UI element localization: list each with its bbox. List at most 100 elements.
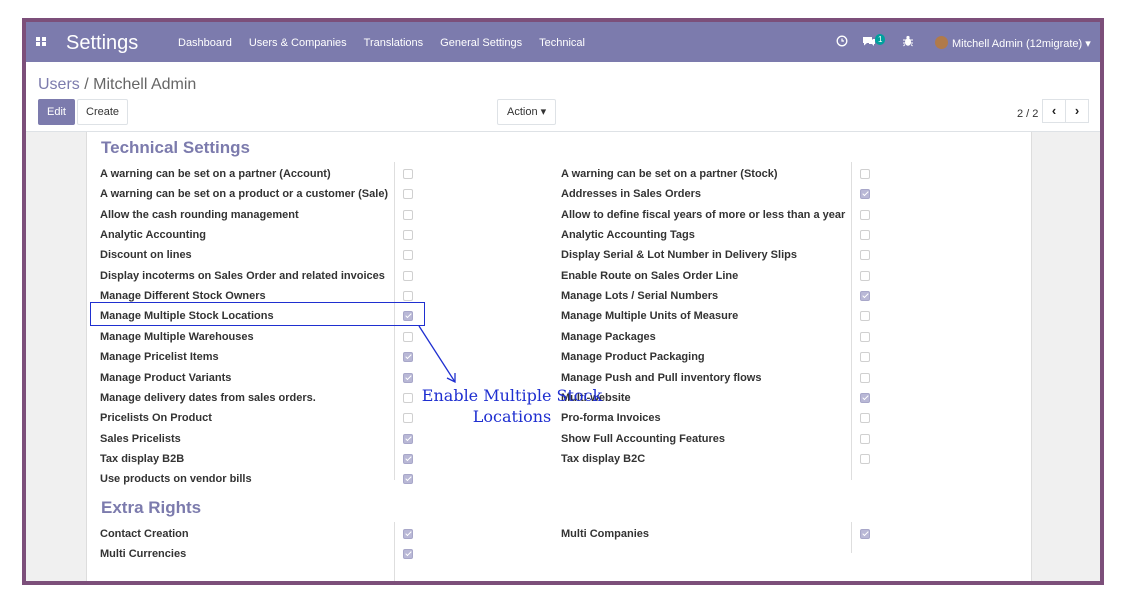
setting-checkbox-manage-multiple-units-of-measure[interactable] — [860, 311, 870, 322]
setting-label-use-products-on-vendor-bills: Use products on vendor bills — [100, 473, 252, 486]
setting-label-pricelists-on-product: Pricelists On Product — [100, 412, 212, 425]
apps-menu-icon[interactable] — [36, 37, 48, 47]
setting-checkbox-pro-forma-invoices[interactable] — [860, 413, 870, 424]
technical-settings-title: Technical Settings — [101, 138, 250, 157]
annotation-arrow-icon — [418, 325, 456, 384]
setting-checkbox-contact-creation[interactable] — [403, 529, 413, 539]
menu-dashboard[interactable]: Dashboard — [178, 37, 232, 49]
annotation-line-1: Enable Multiple Stock — [421, 386, 603, 405]
setting-checkbox-manage-pricelist-items[interactable] — [403, 352, 413, 363]
setting-label-allow-to-define-fiscal-years-of-more-or-less-than-a-year: Allow to define fiscal years of more or … — [561, 208, 846, 221]
divider-right — [851, 162, 852, 480]
setting-label-allow-the-cash-rounding-management: Allow the cash rounding management — [100, 208, 299, 221]
breadcrumb-separator: / — [84, 76, 89, 93]
setting-checkbox-manage-different-stock-owners[interactable] — [403, 291, 413, 302]
setting-label-manage-multiple-warehouses: Manage Multiple Warehouses — [100, 330, 254, 343]
control-panel: Users / Mitchell Admin Edit Create Actio… — [26, 62, 1100, 132]
setting-checkbox-a-warning-can-be-set-on-a-product-or-a-customer-sale[interactable] — [403, 189, 413, 200]
app-title: Settings — [66, 32, 139, 54]
edit-button[interactable]: Edit — [38, 99, 75, 125]
create-button[interactable]: Create — [77, 99, 129, 125]
setting-label-manage-lots-serial-numbers: Manage Lots / Serial Numbers — [561, 290, 719, 303]
setting-checkbox-show-full-accounting-features[interactable] — [860, 433, 870, 444]
setting-label-a-warning-can-be-set-on-a-partner-account: A warning can be set on a partner (Accou… — [100, 168, 331, 180]
setting-checkbox-tax-display-b2c[interactable] — [860, 453, 870, 464]
setting-checkbox-addresses-in-sales-orders[interactable] — [860, 189, 870, 200]
menu-general-settings[interactable]: General Settings — [440, 37, 522, 49]
setting-checkbox-sales-pricelists[interactable] — [403, 433, 413, 444]
setting-checkbox-manage-multiple-warehouses[interactable] — [403, 331, 413, 342]
setting-checkbox-multi-currencies[interactable] — [403, 549, 413, 560]
menu-users-companies[interactable]: Users & Companies — [249, 37, 347, 49]
pager-value: 2 / 2 — [1017, 108, 1039, 120]
setting-checkbox-analytic-accounting-tags[interactable] — [860, 230, 870, 241]
setting-label-tax-display-b2c: Tax display B2C — [561, 452, 646, 465]
breadcrumb: Users / Mitchell Admin — [38, 76, 196, 94]
setting-label-multi-companies: Multi Companies — [561, 528, 650, 540]
setting-label-manage-product-packaging: Manage Product Packaging — [561, 351, 705, 364]
pager-previous-button[interactable]: ‹ — [1042, 99, 1066, 123]
setting-checkbox-analytic-accounting[interactable] — [403, 230, 413, 241]
setting-checkbox-use-products-on-vendor-bills[interactable] — [403, 474, 413, 485]
divider-left-extra — [394, 522, 395, 581]
setting-checkbox-manage-packages[interactable] — [860, 331, 870, 342]
setting-label-analytic-accounting-tags: Analytic Accounting Tags — [561, 229, 695, 242]
divider-right-extra — [851, 522, 852, 553]
setting-label-addresses-in-sales-orders: Addresses in Sales Orders — [561, 188, 702, 201]
setting-label-a-warning-can-be-set-on-a-product-or-a-customer-sale: A warning can be set on a product or a c… — [100, 188, 389, 201]
setting-checkbox-manage-lots-serial-numbers[interactable] — [860, 291, 870, 302]
main-menu: Dashboard Users & Companies Translations… — [178, 37, 602, 49]
breadcrumb-current: Mitchell Admin — [93, 76, 197, 93]
setting-label-manage-packages: Manage Packages — [561, 330, 656, 343]
setting-checkbox-manage-push-and-pull-inventory-flows[interactable] — [860, 372, 870, 383]
clock-icon[interactable] — [836, 35, 848, 47]
setting-label-manage-product-variants: Manage Product Variants — [100, 371, 232, 384]
setting-label-sales-pricelists: Sales Pricelists — [100, 432, 181, 445]
setting-label-manage-push-and-pull-inventory-flows: Manage Push and Pull inventory flows — [561, 371, 762, 384]
setting-checkbox-manage-product-packaging[interactable] — [860, 352, 870, 363]
setting-checkbox-allow-the-cash-rounding-management[interactable] — [403, 209, 413, 220]
setting-checkbox-manage-delivery-dates-from-sales-orders[interactable] — [403, 392, 413, 403]
annotation-text: Enable Multiple Stock Locations — [417, 385, 607, 427]
user-menu[interactable]: Mitchell Admin (12migrate) ▾ — [952, 37, 1091, 50]
setting-checkbox-tax-display-b2b[interactable] — [403, 453, 413, 464]
setting-checkbox-display-incoterms-on-sales-order-and-related-invoices[interactable] — [403, 270, 413, 281]
setting-checkbox-allow-to-define-fiscal-years-of-more-or-less-than-a-year[interactable] — [860, 209, 870, 220]
setting-label-tax-display-b2b: Tax display B2B — [100, 452, 185, 465]
form-sheet: Technical Settings A warning can be set … — [86, 132, 1032, 581]
form-view: Technical Settings A warning can be set … — [26, 132, 1100, 581]
setting-checkbox-multi-website[interactable] — [860, 392, 870, 403]
setting-checkbox-enable-route-on-sales-order-line[interactable] — [860, 270, 870, 281]
setting-label-a-warning-can-be-set-on-a-partner-stock: A warning can be set on a partner (Stock… — [561, 168, 778, 180]
setting-label-discount-on-lines: Discount on lines — [100, 249, 192, 262]
setting-label-display-serial-lot-number-in-delivery-slips: Display Serial & Lot Number in Delivery … — [561, 249, 797, 262]
setting-checkbox-a-warning-can-be-set-on-a-partner-account[interactable] — [403, 169, 413, 179]
setting-label-contact-creation: Contact Creation — [100, 528, 189, 540]
setting-label-manage-delivery-dates-from-sales-orders: Manage delivery dates from sales orders. — [100, 391, 316, 404]
setting-checkbox-pricelists-on-product[interactable] — [403, 413, 413, 424]
pager-next-button[interactable]: › — [1065, 99, 1089, 123]
setting-checkbox-discount-on-lines[interactable] — [403, 250, 413, 261]
highlight-box — [90, 302, 425, 326]
setting-checkbox-display-serial-lot-number-in-delivery-slips[interactable] — [860, 250, 870, 261]
breadcrumb-users[interactable]: Users — [38, 76, 80, 93]
setting-label-enable-route-on-sales-order-line: Enable Route on Sales Order Line — [561, 269, 739, 282]
action-dropdown[interactable]: Action ▾ — [497, 99, 557, 125]
setting-checkbox-a-warning-can-be-set-on-a-partner-stock[interactable] — [860, 169, 870, 179]
message-count-badge: 1 — [875, 34, 886, 45]
setting-label-manage-different-stock-owners: Manage Different Stock Owners — [100, 290, 266, 303]
setting-label-manage-pricelist-items: Manage Pricelist Items — [100, 351, 219, 364]
menu-translations[interactable]: Translations — [364, 37, 424, 49]
setting-checkbox-manage-product-variants[interactable] — [403, 372, 413, 383]
user-avatar[interactable] — [935, 36, 948, 49]
debug-bug-icon[interactable] — [902, 35, 914, 47]
setting-checkbox-multi-companies[interactable] — [860, 529, 870, 539]
user-name: Mitchell Admin (12migrate) — [952, 38, 1083, 50]
setting-label-analytic-accounting: Analytic Accounting — [100, 229, 206, 242]
setting-label-show-full-accounting-features: Show Full Accounting Features — [561, 432, 725, 445]
screenshot-frame: Settings Dashboard Users & Companies Tra… — [22, 18, 1104, 585]
setting-label-display-incoterms-on-sales-order-and-related-invoices: Display incoterms on Sales Order and rel… — [100, 269, 385, 282]
annotation-line-2: Locations — [472, 407, 552, 426]
menu-technical[interactable]: Technical — [539, 37, 585, 49]
chat-icon[interactable] — [862, 35, 876, 47]
